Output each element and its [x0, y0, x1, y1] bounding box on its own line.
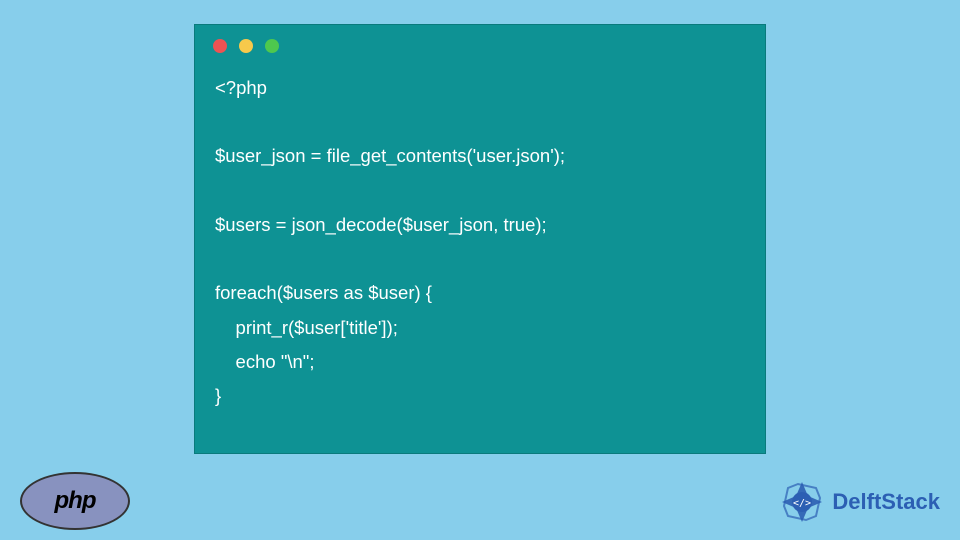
svg-text:</>: </> [793, 498, 811, 509]
delftstack-icon: </> [778, 478, 826, 526]
close-icon [213, 39, 227, 53]
php-logo: php [20, 472, 130, 530]
delftstack-logo: </> DelftStack [778, 478, 940, 526]
php-logo-text: php [55, 487, 96, 515]
code-window: <?php $user_json = file_get_contents('us… [194, 24, 766, 454]
code-content: <?php $user_json = file_get_contents('us… [195, 61, 765, 423]
window-controls [195, 25, 765, 61]
delftstack-text: DelftStack [832, 489, 940, 515]
minimize-icon [239, 39, 253, 53]
php-ellipse: php [20, 472, 130, 530]
maximize-icon [265, 39, 279, 53]
